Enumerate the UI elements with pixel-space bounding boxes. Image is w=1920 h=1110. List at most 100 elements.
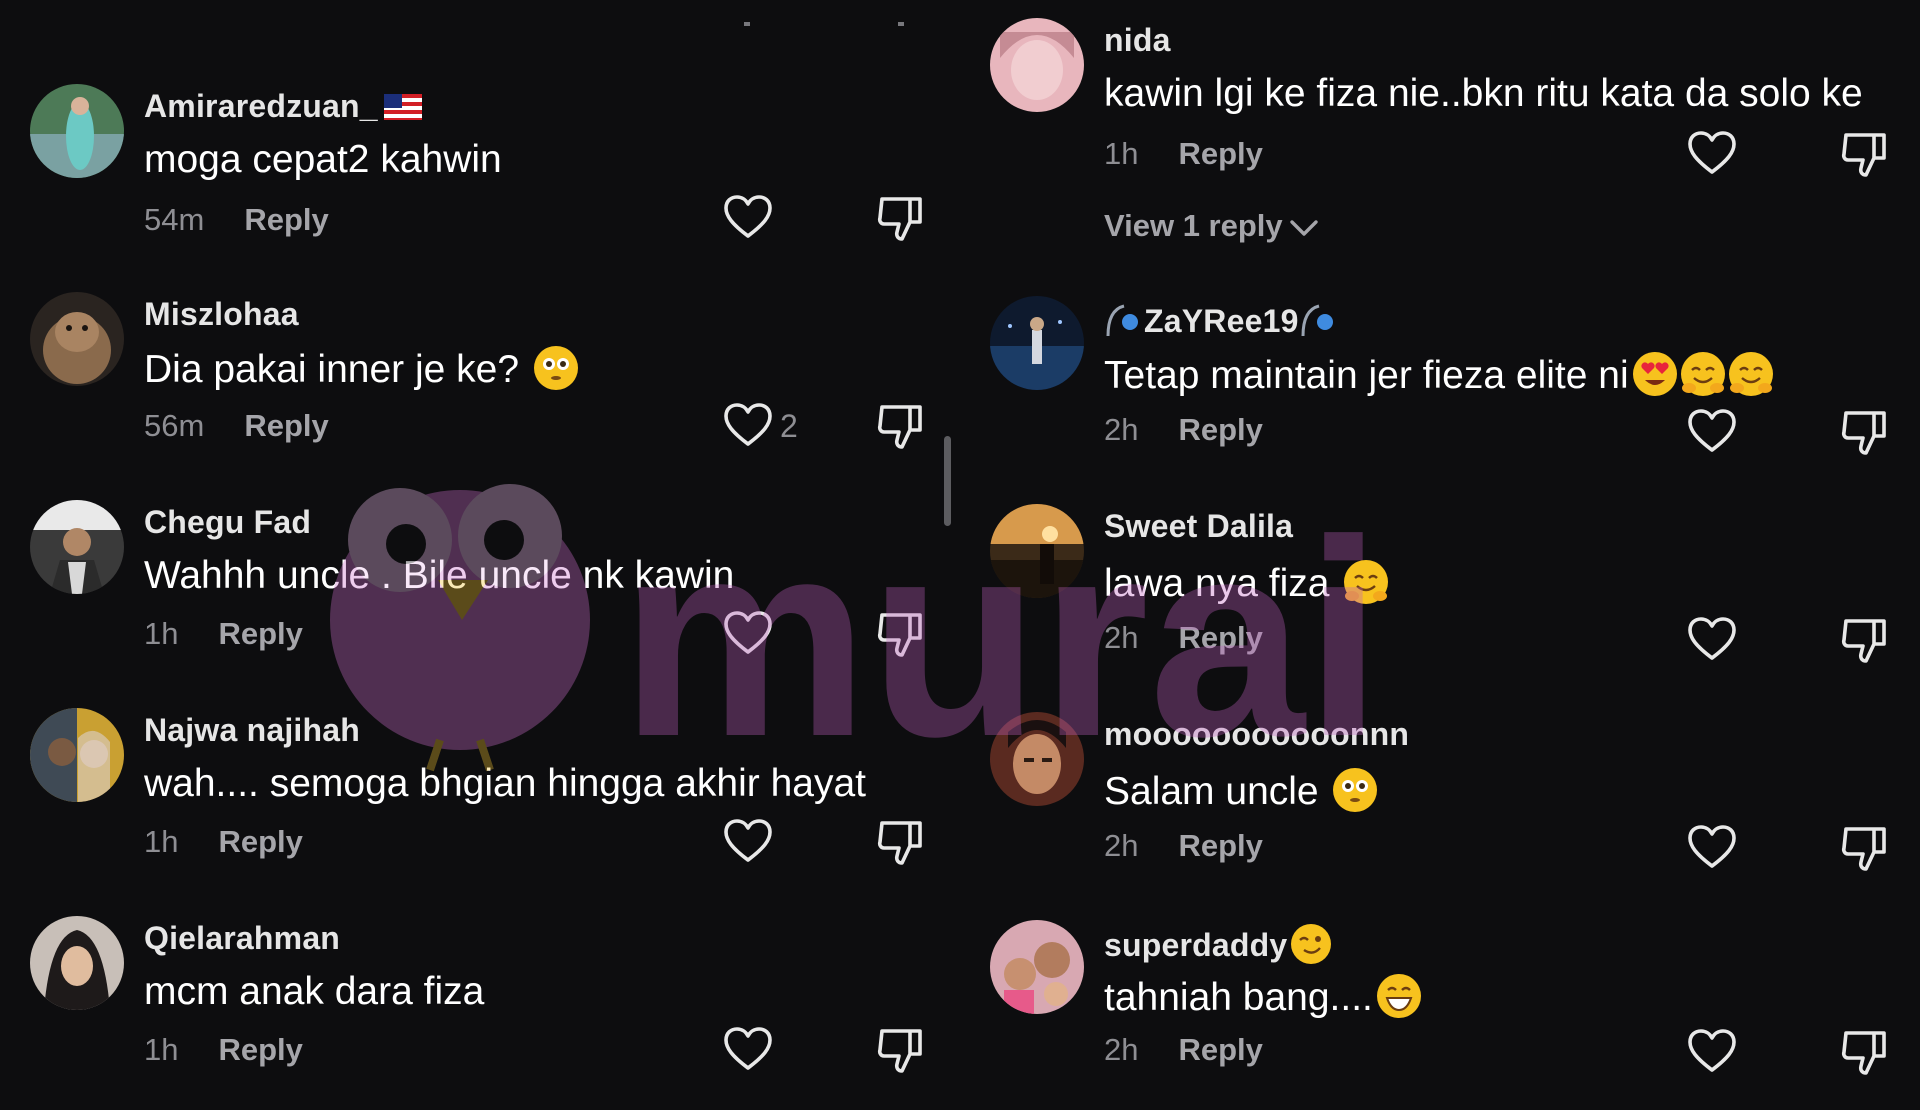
thumbs-down-outline-icon[interactable]	[876, 610, 924, 658]
scrollbar[interactable]	[944, 436, 951, 526]
comment-item: Miszlohaa Dia pakai inner je ke? 56m Repl…	[0, 288, 950, 478]
comment-item: Sweet Dalila lawa nya fiza 2h Reply	[960, 504, 1920, 694]
thumbs-down-outline-icon[interactable]	[876, 194, 924, 242]
microphone-icon	[1301, 304, 1333, 337]
thumbs-down-outline-icon[interactable]	[876, 402, 924, 450]
comment-time: 56m	[144, 408, 205, 443]
comment-time: 1h	[144, 616, 179, 651]
comment-time: 2h	[1104, 828, 1139, 863]
heart-outline-icon[interactable]	[722, 818, 774, 864]
comment-time: 1h	[1104, 136, 1139, 171]
heart-outline-icon[interactable]	[722, 610, 774, 656]
reply-button[interactable]: Reply	[218, 616, 302, 651]
flushed-face-emoji-icon	[1333, 768, 1378, 812]
comment-time: 2h	[1104, 620, 1139, 655]
thumbs-down-outline-icon[interactable]	[876, 1026, 924, 1074]
avatar[interactable]	[30, 916, 124, 1010]
comment-time: 54m	[144, 202, 205, 237]
comment-meta: 56m Reply	[144, 408, 329, 444]
comment-item: Najwa najihah wah.... semoga bhgian hing…	[0, 704, 950, 894]
top-edge-mark	[898, 22, 904, 26]
comment-meta: 2h Reply	[1104, 412, 1263, 448]
comment-item: Qielarahman mcm anak dara fiza 1h Reply	[0, 912, 950, 1102]
comment-username[interactable]: Qielarahman	[144, 920, 340, 957]
comment-time: 1h	[144, 824, 179, 859]
thumbs-down-outline-icon[interactable]	[1840, 824, 1888, 872]
comment-text: kawin lgi ke fiza nie..bkn ritu kata da …	[1104, 72, 1863, 115]
heart-outline-icon[interactable]	[722, 1026, 774, 1072]
comment-username[interactable]: Miszlohaa	[144, 296, 299, 333]
grinning-face-emoji-icon	[1376, 974, 1421, 1018]
reply-button[interactable]: Reply	[1178, 620, 1262, 655]
reply-button[interactable]: Reply	[244, 408, 328, 443]
thumbs-down-outline-icon[interactable]	[1840, 408, 1888, 456]
top-edge-mark	[744, 22, 750, 26]
reply-button[interactable]: Reply	[244, 202, 328, 237]
comment-username[interactable]: superdaddy	[1104, 924, 1332, 964]
hugging-face-emoji-icon	[1344, 560, 1389, 604]
comment-text: lawa nya fiza	[1104, 560, 1389, 606]
reply-button[interactable]: Reply	[1178, 828, 1262, 863]
heart-outline-icon[interactable]	[1686, 1028, 1738, 1074]
comment-username[interactable]: Amiraredzuan_	[144, 88, 422, 125]
thumbs-down-outline-icon[interactable]	[1840, 1028, 1888, 1076]
microphone-icon	[1106, 304, 1138, 337]
avatar[interactable]	[990, 18, 1084, 112]
comment-item: mooooooooooonnn Salam uncle 2h Reply	[960, 712, 1920, 902]
comment-username[interactable]: ZaYRee19	[1104, 300, 1339, 340]
hugging-face-emoji-icon	[1680, 352, 1725, 396]
reply-button[interactable]: Reply	[1178, 1032, 1262, 1067]
avatar[interactable]	[990, 504, 1084, 598]
reply-button[interactable]: Reply	[1178, 136, 1262, 171]
comment-text: mcm anak dara fiza	[144, 970, 485, 1013]
comment-username[interactable]: nida	[1104, 22, 1171, 59]
heart-outline-icon[interactable]	[1686, 824, 1738, 870]
thumbs-down-outline-icon[interactable]	[876, 818, 924, 866]
comment-text: Wahhh uncle . Bile uncle nk kawin	[144, 554, 735, 597]
view-replies-button[interactable]: View 1 reply	[1104, 208, 1319, 244]
avatar[interactable]	[30, 84, 124, 178]
comment-meta: 1h Reply	[144, 824, 303, 860]
winking-face-emoji-icon	[1291, 924, 1332, 964]
reply-button[interactable]: Reply	[218, 1032, 302, 1067]
comment-meta: 1h Reply	[144, 1032, 303, 1068]
comment-text: Tetap maintain jer fieza elite ni	[1104, 352, 1773, 398]
comment-meta: 2h Reply	[1104, 620, 1263, 656]
comment-text: Salam uncle	[1104, 768, 1378, 814]
comment-text: wah.... semoga bhgian hingga akhir hayat	[144, 762, 866, 805]
comment-username[interactable]: mooooooooooonnn	[1104, 716, 1409, 753]
avatar[interactable]	[990, 712, 1084, 806]
thumbs-down-outline-icon[interactable]	[1840, 130, 1888, 178]
comment-time: 2h	[1104, 1032, 1139, 1067]
avatar[interactable]	[990, 296, 1084, 390]
comment-username[interactable]: Sweet Dalila	[1104, 508, 1293, 545]
comment-meta: 1h Reply	[144, 616, 303, 652]
comment-item: Amiraredzuan_ moga cepat2 kahwin 54m Repl…	[0, 80, 950, 270]
comment-item: nida kawin lgi ke fiza nie..bkn ritu kat…	[960, 18, 1920, 243]
reply-button[interactable]: Reply	[1178, 412, 1262, 447]
comment-item: superdaddy tahniah bang.... 2h Reply	[960, 920, 1920, 1110]
comment-meta: 54m Reply	[144, 202, 329, 238]
heart-outline-icon[interactable]	[1686, 130, 1738, 176]
comment-text: tahniah bang....	[1104, 974, 1421, 1020]
heart-outline-icon[interactable]	[722, 402, 774, 448]
malaysia-flag-icon	[383, 94, 422, 120]
avatar[interactable]	[30, 292, 124, 386]
comment-item: Chegu Fad Wahhh uncle . Bile uncle nk ka…	[0, 496, 950, 686]
flushed-face-emoji-icon	[533, 346, 578, 390]
comment-username[interactable]: Najwa najihah	[144, 712, 360, 749]
avatar[interactable]	[990, 920, 1084, 1014]
heart-outline-icon[interactable]	[722, 194, 774, 240]
comment-meta: 2h Reply	[1104, 828, 1263, 864]
comment-item: ZaYRee19 Tetap maintain jer fieza elite …	[960, 296, 1920, 486]
hugging-face-emoji-icon	[1728, 352, 1773, 396]
avatar[interactable]	[30, 708, 124, 802]
reply-button[interactable]: Reply	[218, 824, 302, 859]
thumbs-down-outline-icon[interactable]	[1840, 616, 1888, 664]
avatar[interactable]	[30, 500, 124, 594]
heart-outline-icon[interactable]	[1686, 616, 1738, 662]
heart-outline-icon[interactable]	[1686, 408, 1738, 454]
like-count: 2	[780, 408, 798, 444]
comment-time: 2h	[1104, 412, 1139, 447]
comment-username[interactable]: Chegu Fad	[144, 504, 311, 541]
